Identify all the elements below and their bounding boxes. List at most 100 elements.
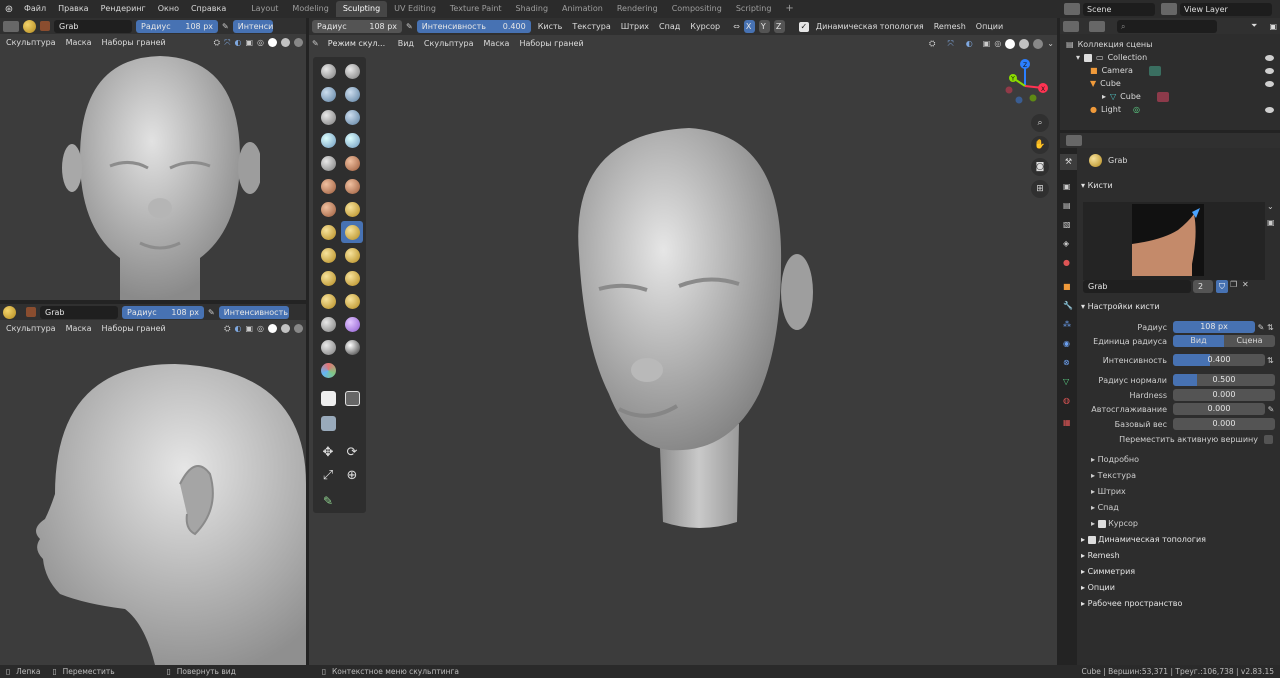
menu-render[interactable]: Рендеринг <box>95 0 152 18</box>
tool-slide-relax[interactable] <box>317 313 339 335</box>
outliner-light-row[interactable]: ● Light ◎ <box>1066 103 1274 116</box>
tool-scrape[interactable] <box>317 198 339 220</box>
left-bottom-viewport[interactable]: Grab Радиус 108 px ✎ Интенсивность Скульп… <box>0 304 306 665</box>
radius-field[interactable]: Радиус 108 px <box>136 19 218 33</box>
cursor-checkbox[interactable] <box>1097 519 1106 528</box>
overlay-toggle-icon[interactable]: ◐ <box>966 39 973 48</box>
tab-constraints-icon[interactable]: ⊗ <box>1063 358 1070 367</box>
brush-grab-icon[interactable] <box>23 19 36 33</box>
mirror-x-toggle[interactable]: X <box>743 20 755 33</box>
tab-world-icon[interactable]: ● <box>1063 258 1070 267</box>
outliner-search-input[interactable]: ⌕ <box>1117 19 1217 33</box>
tab-texture-paint[interactable]: Texture Paint <box>443 1 509 17</box>
autosmooth-slider[interactable]: 0.000 <box>1173 403 1265 415</box>
brush-preview-image-icon[interactable]: ▣ <box>1267 218 1275 227</box>
tab-compositing[interactable]: Compositing <box>665 1 729 17</box>
mirror-z-toggle[interactable]: Z <box>773 20 785 33</box>
intensity-field[interactable]: Интенсивность <box>218 305 289 319</box>
brush-name-field[interactable]: Grab <box>54 19 132 33</box>
pressure-icon[interactable]: ✎ <box>208 308 215 317</box>
menu-sculpt[interactable]: Скульптура <box>3 38 59 47</box>
tab-render-icon[interactable]: ▣ <box>1063 182 1071 191</box>
menu-falloff[interactable]: Спад <box>656 22 683 31</box>
menu-window[interactable]: Окно <box>152 0 185 18</box>
menu-sculpt[interactable]: Скульптура <box>421 39 477 48</box>
menu-face-sets[interactable]: Наборы граней <box>516 39 586 48</box>
tab-layout[interactable]: Layout <box>244 1 285 17</box>
tab-shading[interactable]: Shading <box>509 1 556 17</box>
tab-animation[interactable]: Animation <box>555 1 610 17</box>
tab-uv-editing[interactable]: UV Editing <box>387 1 443 17</box>
left-top-viewport[interactable]: Grab Радиус 108 px ✎ Интенси Скульптура М… <box>0 18 306 300</box>
tab-scene-icon[interactable]: ◈ <box>1063 239 1069 248</box>
tool-pinch[interactable] <box>317 221 339 243</box>
tool-annotate[interactable]: ✎ <box>317 490 339 512</box>
view-object-types-icon[interactable]: ⛭ <box>929 39 935 49</box>
tool-nudge[interactable] <box>317 290 339 312</box>
tool-mesh-filter[interactable] <box>317 412 339 434</box>
editor-type-icon[interactable] <box>3 20 19 32</box>
radius-unit-scene[interactable]: Сцена <box>1224 335 1275 347</box>
radius-value-field[interactable]: 108 px <box>1173 321 1255 333</box>
tab-particles-icon[interactable]: ⁂ <box>1063 320 1071 329</box>
tool-mask[interactable] <box>341 336 363 358</box>
menu-view[interactable]: Вид <box>395 39 417 48</box>
visibility-eye-icon[interactable] <box>1265 54 1274 61</box>
tool-rotate-transform[interactable]: ⟳ <box>341 441 363 463</box>
intensity-field[interactable]: Интенси <box>232 19 273 33</box>
menu-sculpt[interactable]: Скульптура <box>3 324 59 333</box>
expand-arrow-icon[interactable]: ▸ <box>1102 90 1106 103</box>
camera-view-icon[interactable]: ◙ <box>1031 158 1049 176</box>
tab-rendering[interactable]: Rendering <box>610 1 665 17</box>
brush-name-field[interactable]: Grab <box>40 305 118 319</box>
menu-edit[interactable]: Правка <box>52 0 94 18</box>
tab-object-icon[interactable]: ■ <box>1063 282 1071 291</box>
subpanel-advanced[interactable]: ▸ Подробно <box>1091 453 1139 467</box>
tab-data-icon[interactable]: ▽ <box>1063 377 1069 386</box>
new-collection-icon[interactable]: ▣ <box>1269 22 1277 31</box>
tab-sculpting[interactable]: Sculpting <box>335 1 388 17</box>
checkbox-icon[interactable] <box>1084 53 1093 62</box>
menu-help[interactable]: Справка <box>185 0 232 18</box>
scene-icon[interactable] <box>1064 3 1080 15</box>
filter-icon[interactable]: ⏷ <box>1251 21 1257 31</box>
tool-multiplane-scrape[interactable] <box>341 198 363 220</box>
tab-material-icon[interactable]: ◍ <box>1063 396 1070 405</box>
tool-grab[interactable] <box>341 221 363 243</box>
tool-flatten[interactable] <box>317 175 339 197</box>
mirror-y-toggle[interactable]: Y <box>758 20 770 33</box>
tab-tool[interactable]: ⚒ <box>1060 154 1077 170</box>
tool-draw-sharp[interactable] <box>341 60 363 82</box>
pressure-icon[interactable]: ✎ <box>1265 405 1277 414</box>
menu-mask[interactable]: Маска <box>481 39 513 48</box>
perspective-toggle-icon[interactable]: ⊞ <box>1031 180 1049 198</box>
tool-cloth[interactable] <box>341 313 363 335</box>
view-layer-selector[interactable]: View Layer <box>1180 2 1272 16</box>
add-workspace-button[interactable]: + <box>778 1 800 17</box>
move-active-vertex-checkbox[interactable] <box>1264 434 1273 444</box>
outliner-collection-row[interactable]: ▾ ▭ Collection <box>1066 51 1274 64</box>
visibility-eye-icon[interactable] <box>1265 67 1274 74</box>
navigation-gizmo[interactable]: Z X Y <box>999 58 1055 114</box>
tool-pose[interactable] <box>341 267 363 289</box>
main-viewport[interactable]: Радиус 108 px ✎ Интенсивность 0.400 Кисть … <box>309 18 1057 665</box>
tool-smooth[interactable] <box>341 152 363 174</box>
tool-scale[interactable]: ⤢ <box>317 464 339 486</box>
outliner-cube-mesh-row[interactable]: ▸ ▽ Cube <box>1066 90 1274 103</box>
brush-preview[interactable] <box>1083 202 1265 280</box>
editor-type-icon[interactable] <box>1066 135 1082 146</box>
tool-clay-strips[interactable] <box>341 83 363 105</box>
material-shading-icon[interactable] <box>281 38 290 47</box>
intensity-pressure-toggle-icon[interactable]: ⇅ <box>1267 356 1277 365</box>
rendered-shading-icon[interactable] <box>294 38 303 47</box>
radius-field[interactable]: Радиус 108 px <box>122 305 204 319</box>
pressure-icon[interactable]: ✎ <box>1255 323 1267 332</box>
pressure-icon[interactable]: ✎ <box>222 22 229 31</box>
dyntopo-panel-checkbox[interactable] <box>1087 535 1096 544</box>
normal-weight-slider[interactable]: 0.000 <box>1173 418 1275 430</box>
tab-output-icon[interactable]: ▤ <box>1063 201 1071 210</box>
tool-clay-thumb[interactable] <box>317 106 339 128</box>
pressure-icon[interactable]: ✎ <box>406 22 413 31</box>
intensity-slider[interactable]: 0.400 <box>1173 354 1265 366</box>
xray-toggle-icon[interactable]: ▣ <box>245 38 253 47</box>
